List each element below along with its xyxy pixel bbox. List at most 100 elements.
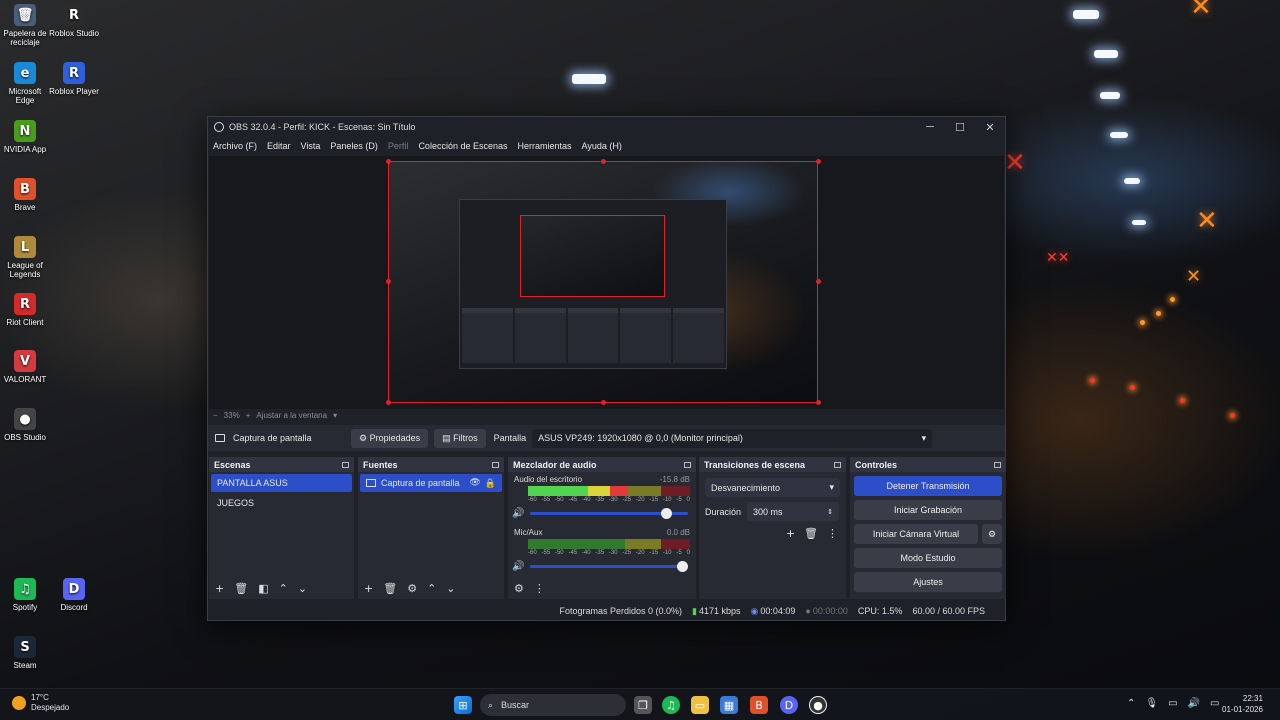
microphone-icon[interactable]: 🎙 <box>1145 698 1158 709</box>
desktop-icon[interactable]: B Brave <box>0 178 51 212</box>
lock-icon[interactable]: 🔒 <box>485 478 496 489</box>
desktop-icon[interactable]: D Discord <box>48 578 100 612</box>
desktop-icon[interactable]: V VALORANT <box>0 350 51 384</box>
scene-item[interactable]: JUEGOS <box>211 494 352 512</box>
desktop-icon[interactable]: N NVIDIA App <box>0 120 51 154</box>
discord-icon[interactable]: D <box>780 696 798 714</box>
source-item[interactable]: Captura de pantalla 👁 🔒 <box>360 474 502 492</box>
file-explorer-icon[interactable]: ▭ <box>691 696 709 714</box>
more-options-icon[interactable]: ⋮ <box>827 527 838 540</box>
studio-mode-button[interactable]: Modo Estudio <box>854 548 1002 568</box>
network-icon[interactable]: ▭ <box>1168 698 1177 709</box>
resize-handle[interactable] <box>816 159 821 164</box>
weather-widget[interactable]: 17°C Despejado <box>12 693 69 713</box>
stop-stream-button[interactable]: Detener Transmisión <box>854 476 1002 496</box>
menu-coleccion-escenas[interactable]: Colección de Escenas <box>418 141 507 151</box>
undock-icon[interactable] <box>342 461 349 468</box>
resize-handle[interactable] <box>386 400 391 405</box>
desktop-icon-label: OBS Studio <box>4 433 46 442</box>
resize-handle[interactable] <box>601 400 606 405</box>
menu-vista[interactable]: Vista <box>301 141 321 151</box>
zoom-in-button[interactable]: + <box>246 411 251 420</box>
desktop-icon[interactable]: ♫ Spotify <box>0 578 51 612</box>
store-icon[interactable]: ▦ <box>720 696 738 714</box>
speaker-icon[interactable]: 🔊 <box>512 561 524 572</box>
trash-icon[interactable]: 🗑 <box>234 582 248 595</box>
spotify-icon[interactable]: ♫ <box>662 696 680 714</box>
desktop-icon[interactable]: R Roblox Studio <box>48 4 100 38</box>
controls-dock: Controles Detener Transmisión Iniciar Gr… <box>850 457 1006 599</box>
undock-icon[interactable] <box>834 461 841 468</box>
properties-button[interactable]: ⚙ Propiedades <box>351 428 429 448</box>
gear-icon[interactable]: ⚙ <box>982 524 1002 544</box>
chevron-down-icon[interactable]: ▾ <box>333 411 337 420</box>
mixer-settings-icon[interactable]: ⚙ <box>514 582 524 595</box>
zoom-out-button[interactable]: − <box>213 411 218 420</box>
add-icon[interactable]: + <box>786 527 795 540</box>
menu-perfil[interactable]: Perfil <box>388 141 409 151</box>
brave-icon[interactable]: B <box>750 696 768 714</box>
preview-area[interactable] <box>209 156 1004 409</box>
task-view-icon[interactable]: ❐ <box>634 696 652 714</box>
move-up-icon[interactable]: ⌃ <box>427 582 436 595</box>
filters-button[interactable]: ▤ Filtros <box>434 428 486 448</box>
more-options-icon[interactable]: ⋮ <box>534 582 545 595</box>
undock-icon[interactable] <box>994 461 1001 468</box>
volume-slider[interactable] <box>530 560 688 572</box>
menu-ayuda[interactable]: Ayuda (H) <box>582 141 622 151</box>
chevron-up-icon[interactable]: ⌃ <box>1127 698 1135 709</box>
resize-handle[interactable] <box>601 159 606 164</box>
search-box[interactable]: ⌕ Buscar <box>480 694 626 716</box>
resize-handle[interactable] <box>386 159 391 164</box>
undock-icon[interactable] <box>492 461 499 468</box>
add-icon[interactable]: + <box>364 582 373 595</box>
minimize-button[interactable]: ─ <box>915 121 945 134</box>
desktop-icon[interactable]: ● OBS Studio <box>0 408 51 442</box>
desktop-icon[interactable]: L League of Legends <box>0 236 51 279</box>
trash-icon[interactable]: 🗑 <box>804 527 818 540</box>
obs-taskbar-icon[interactable]: ● <box>809 696 827 714</box>
battery-icon[interactable]: ▭ <box>1210 698 1219 709</box>
audio-mixer-dock: Mezclador de audio Audio del escritorio -… <box>508 457 696 599</box>
close-button[interactable]: ✕ <box>975 121 1005 134</box>
eye-icon[interactable]: 👁 <box>469 478 480 488</box>
menu-editar[interactable]: Editar <box>267 141 291 151</box>
desktop-icon[interactable]: R Riot Client <box>0 293 51 327</box>
speaker-icon[interactable]: 🔊 <box>512 508 524 519</box>
title-bar[interactable]: OBS 32.0.4 - Perfil: KICK - Escenas: Sin… <box>208 117 1005 137</box>
channel-name: Audio del escritorio <box>514 475 583 484</box>
volume-icon[interactable]: 🔊 <box>1188 698 1200 709</box>
display-select[interactable]: ASUS VP249: 1920x1080 @ 0,0 (Monitor pri… <box>532 428 933 448</box>
desktop-icon[interactable]: e Microsoft Edge <box>0 62 51 105</box>
desktop-icon[interactable]: R Roblox Player <box>48 62 100 96</box>
maximize-button[interactable]: ☐ <box>945 121 975 134</box>
menu-archivo[interactable]: Archivo (F) <box>213 141 257 151</box>
transition-select[interactable]: Desvanecimiento ▾ <box>705 478 840 497</box>
add-icon[interactable]: + <box>215 582 224 595</box>
trash-icon[interactable]: 🗑 <box>383 582 397 595</box>
desktop-icon[interactable]: 🗑 Papelera de reciclaje <box>0 4 51 47</box>
scene-item[interactable]: PANTALLA ASUS <box>211 474 352 492</box>
gear-icon[interactable]: ⚙ <box>407 582 417 595</box>
preview-canvas[interactable] <box>388 161 818 403</box>
start-recording-button[interactable]: Iniciar Grabación <box>854 500 1002 520</box>
desktop-icon[interactable]: S Steam <box>0 636 51 670</box>
resize-handle[interactable] <box>816 279 821 284</box>
start-virtual-camera-button[interactable]: Iniciar Cámara Virtual <box>854 524 978 544</box>
filter-icon[interactable]: ◧ <box>258 582 268 595</box>
resize-handle[interactable] <box>386 279 391 284</box>
duration-input[interactable]: 300 ms ⇕ <box>747 502 840 521</box>
menu-herramientas[interactable]: Herramientas <box>518 141 572 151</box>
menu-paneles[interactable]: Paneles (D) <box>330 141 378 151</box>
start-button[interactable]: ⊞ <box>454 696 472 714</box>
volume-slider[interactable] <box>530 507 688 519</box>
undock-icon[interactable] <box>684 461 691 468</box>
clock[interactable]: 22:31 01-01-2026 <box>1222 693 1263 715</box>
settings-button[interactable]: Ajustes <box>854 572 1002 592</box>
fit-window-label[interactable]: Ajustar a la ventana <box>256 411 327 420</box>
stepper-icon[interactable]: ⇕ <box>827 508 833 516</box>
move-down-icon[interactable]: ⌄ <box>446 582 455 595</box>
resize-handle[interactable] <box>816 400 821 405</box>
move-down-icon[interactable]: ⌄ <box>298 582 307 595</box>
move-up-icon[interactable]: ⌃ <box>279 582 288 595</box>
